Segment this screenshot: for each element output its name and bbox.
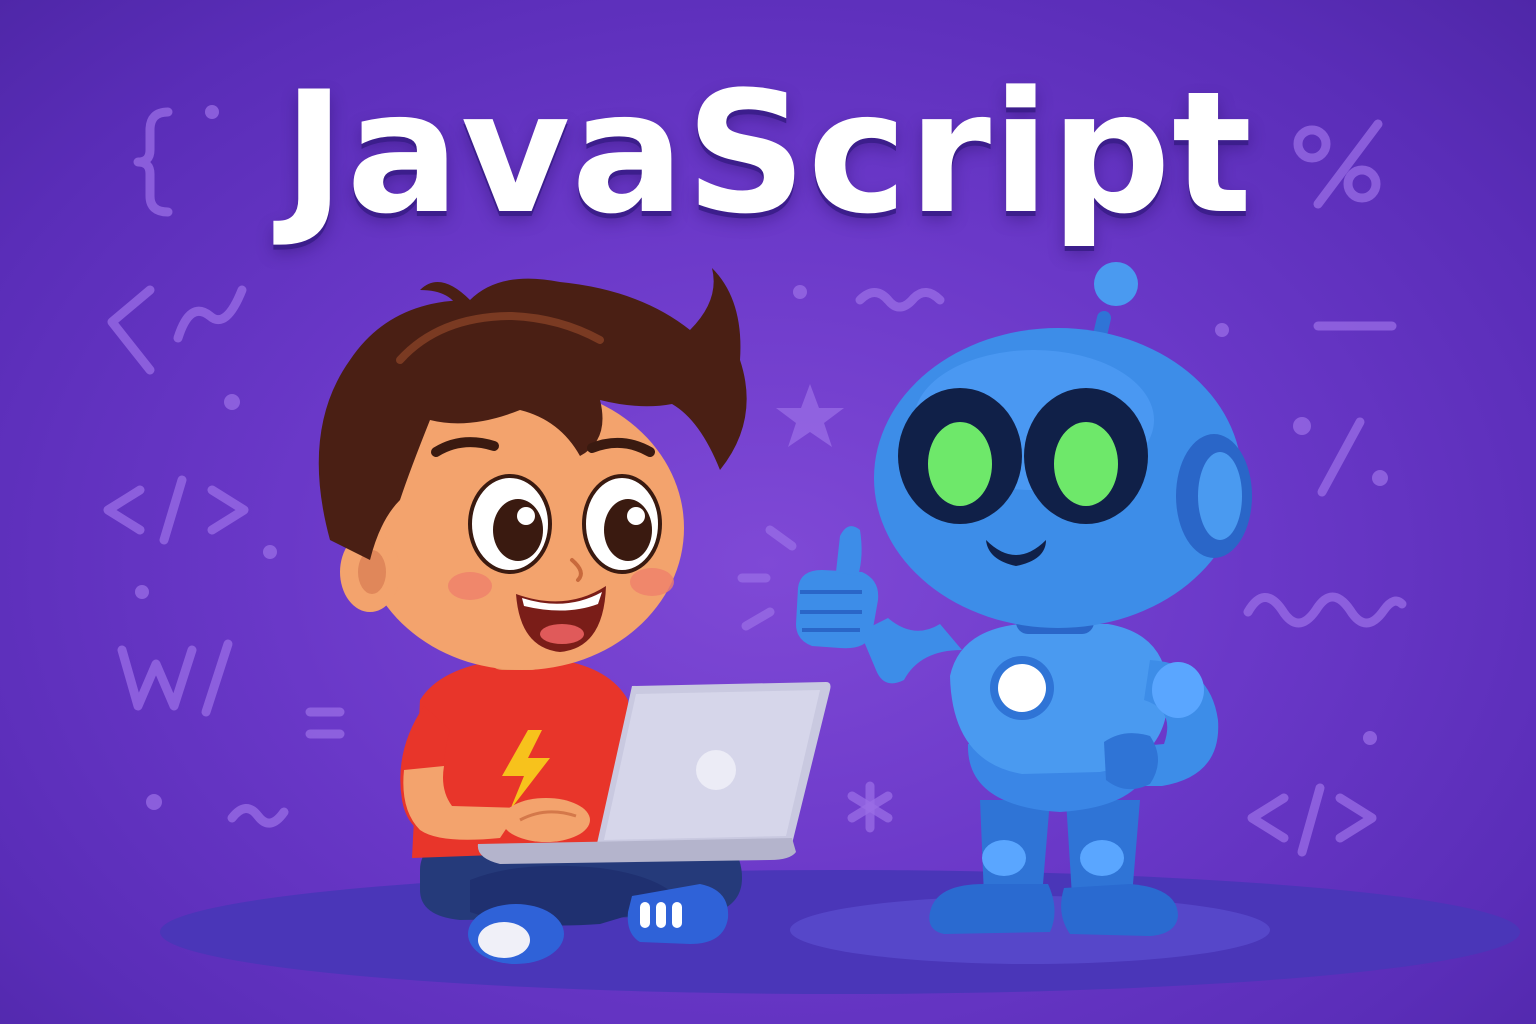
angle-bracket-icon — [107, 285, 155, 375]
illustration-scene: JavaScript — [0, 0, 1536, 1024]
w-slash-icon — [117, 639, 233, 717]
asterisk-icon — [847, 781, 893, 833]
dot-icon — [224, 394, 240, 410]
wave-icon — [227, 804, 289, 828]
robot-chest-light — [998, 664, 1046, 712]
code-tag-icon — [103, 475, 249, 545]
left-shoe — [468, 904, 564, 964]
dot-icon — [793, 285, 807, 299]
star-icon — [776, 384, 844, 447]
robot-character — [796, 262, 1252, 936]
robot-antenna — [1094, 262, 1138, 306]
wave-icon — [855, 288, 945, 312]
code-tag-icon — [1247, 783, 1377, 857]
dot-icon — [135, 585, 149, 599]
wave-icon — [173, 285, 247, 343]
laptop-logo-icon — [696, 750, 736, 790]
dash-icon — [737, 525, 797, 631]
slash-icon — [1293, 417, 1388, 497]
page-title: JavaScript — [282, 55, 1254, 251]
wave-icon — [1243, 592, 1407, 628]
robot-thumbs-up-hand — [796, 526, 879, 649]
dot-icon — [263, 545, 277, 559]
equals-icon — [305, 707, 345, 739]
dot-icon — [1215, 323, 1229, 337]
dot-icon — [1363, 731, 1377, 745]
dot-icon — [146, 794, 162, 810]
